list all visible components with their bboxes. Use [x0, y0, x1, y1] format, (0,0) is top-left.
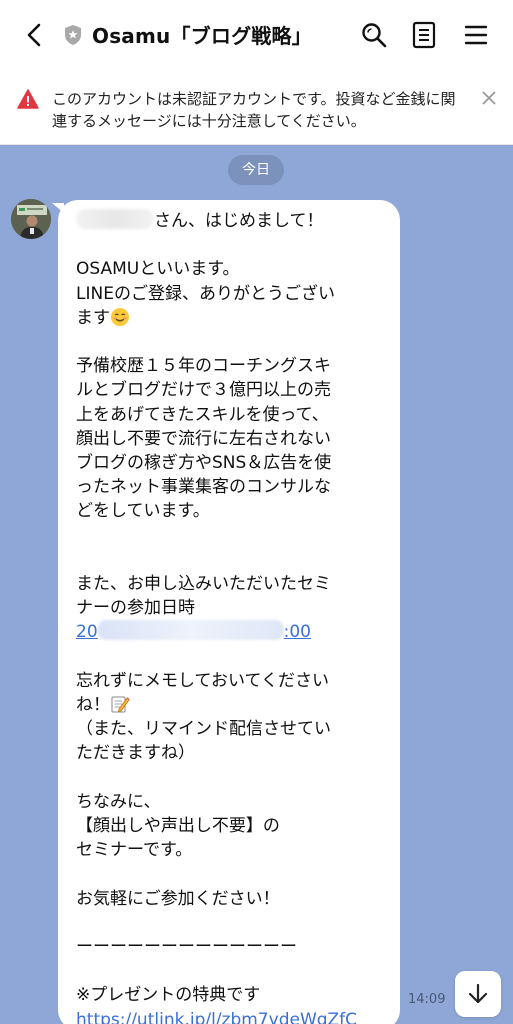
date-separator: 今日	[228, 155, 284, 185]
message-line: ルとブログだけで３億円以上の売	[76, 380, 331, 401]
message-text[interactable]: さん、はじめまして！ OSAMUといいます。 LINEのご登録、ありがとうござい…	[76, 209, 386, 1024]
message-line: 予備校歴１５年のコーチングスキ	[76, 356, 331, 377]
search-button[interactable]	[357, 18, 391, 52]
menu-button[interactable]	[459, 18, 493, 52]
message-line: 上をあげてきたスキルを使って、	[76, 404, 329, 425]
redacted-date	[97, 620, 284, 641]
chat-header: Osamu「ブログ戦略」	[0, 0, 513, 70]
message-line: ます	[76, 307, 110, 328]
message-line: （また、リマインド配信させてい	[76, 719, 331, 740]
chevron-left-icon	[27, 23, 41, 47]
message-line: ただきますね）	[76, 743, 195, 764]
message-line: ブログの稼ぎ方やSNS＆広告を使	[76, 453, 332, 473]
chat-screen: Osamu「ブログ戦略」 このアカウントは未認証アカウントです。投資など金銭に関…	[0, 0, 513, 1024]
message-line: どをしています。	[76, 501, 210, 522]
note-icon	[412, 21, 436, 49]
message-line: ったネット事業集客のコンサルな	[76, 477, 331, 498]
message-line: 顔出し不要で流行に左右されない	[76, 428, 331, 449]
avatar[interactable]	[11, 199, 51, 239]
date-link-suffix: :00	[283, 622, 311, 643]
smiling-face-emoji-icon	[111, 307, 129, 326]
search-icon	[362, 23, 387, 48]
back-button[interactable]	[18, 18, 52, 52]
message-line: ちなみに、	[76, 791, 161, 812]
message-line: 【顔出しや声出し不要】の	[76, 815, 280, 836]
chat-title: Osamu「ブログ戦略」	[92, 24, 312, 48]
message-line: また、お申し込みいただいたセミ	[76, 573, 331, 594]
message-timestamp: 14:09	[408, 992, 446, 1007]
present-url-link[interactable]: https://utlink.jp/l/zbm7vdeWqZfC	[76, 1010, 357, 1024]
message-line: ね！	[76, 694, 110, 715]
message-line: お気軽にご参加ください！	[76, 888, 280, 909]
seminar-date-link[interactable]: 20 :00	[76, 620, 386, 644]
hamburger-menu-icon	[464, 25, 488, 45]
notes-button[interactable]	[407, 18, 441, 52]
message-line: ※プレゼントの特典です	[76, 985, 261, 1006]
message-line: OSAMUといいます。	[76, 259, 240, 280]
message-line: 忘れずにメモしておいてください	[76, 670, 329, 691]
shield-star-icon	[62, 24, 84, 46]
scroll-to-bottom-button[interactable]	[455, 971, 501, 1017]
close-icon	[482, 91, 496, 105]
message-line: ナーの参加日時	[76, 598, 195, 619]
warning-icon	[17, 89, 39, 109]
arrow-down-icon	[468, 983, 488, 1004]
memo-emoji-icon	[111, 696, 130, 713]
message-line: LINEのご登録、ありがとうござい	[76, 283, 335, 304]
message-line: セミナーです。	[76, 840, 193, 861]
redacted-name	[76, 209, 154, 229]
divider-line: ーーーーーーーーーーーーー	[76, 936, 297, 957]
unverified-account-notice: このアカウントは未認証アカウントです。投資など金銭に関連するメッセージには十分注…	[0, 70, 513, 145]
date-link-prefix: 20	[76, 622, 98, 643]
greeting-text: さん、はじめまして！	[154, 211, 324, 231]
notice-text: このアカウントは未認証アカウントです。投資など金銭に関連するメッセージには十分注…	[52, 90, 456, 130]
notice-close-button[interactable]	[478, 87, 500, 109]
